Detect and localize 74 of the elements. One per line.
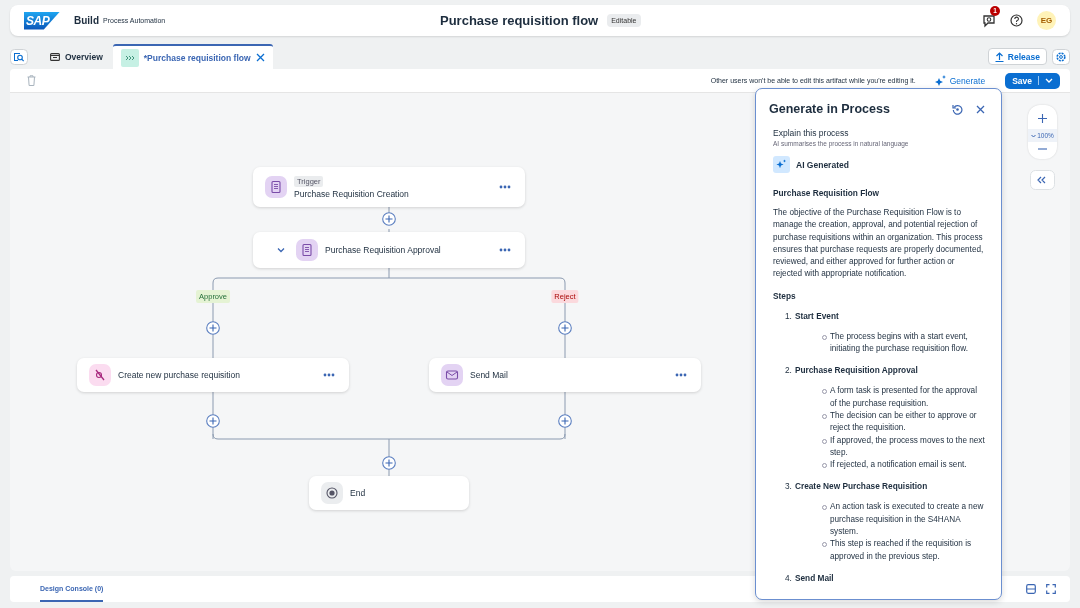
chevron-down-icon[interactable] (277, 246, 285, 254)
step-detail: If rejected, a notification email is sent. (830, 459, 968, 472)
step-title: Purchase Requisition Approval (794, 365, 918, 376)
generate-link[interactable]: Generate (933, 75, 986, 86)
add-icon[interactable] (206, 321, 220, 335)
reset-icon[interactable] (952, 103, 963, 115)
step-title: Start Event (794, 310, 839, 321)
process-icon (120, 48, 139, 67)
step-detail: This step is reached if the requisition is approved in the previous step. (830, 538, 973, 563)
panel-icon[interactable] (1026, 584, 1036, 594)
connector-line (388, 228, 390, 233)
notification-icon[interactable] (982, 13, 996, 28)
add-icon[interactable] (206, 414, 220, 428)
step-number: 2. (785, 365, 792, 376)
upload-icon (994, 51, 1004, 62)
flow-node[interactable]: Purchase Requisition Approval (253, 232, 525, 268)
step-detail: If approved, the process moves to the next step. (830, 434, 985, 459)
summary-paragraph: The objective of the Purchase Requisition Flow is to manage the creation, approval, and potential rejection of purchase requisitions within an organization. This process ensures that purchase requests are properly documented, reviewed, and either approved for further action or rejected with appropriate notification. (773, 207, 985, 281)
step-detail: The decision can be either to approve or reject the requisition. (830, 409, 978, 435)
step-title: Create New Purchase Requisition (794, 481, 928, 492)
release-button[interactable]: Release (987, 48, 1047, 65)
sparkle-icon (773, 156, 790, 173)
ai-generated-label: AI Generated (796, 159, 849, 170)
form-icon (265, 176, 287, 198)
more-icon[interactable] (675, 373, 687, 377)
step-detail: A form task is presented for the approval of the purchase requisition. (830, 385, 978, 410)
step-number: 4. (785, 572, 792, 583)
editor-tab[interactable]: Overview (40, 44, 113, 69)
step-detail: An action task is executed to create a new purchase requisition in the S4HANA system. (830, 501, 985, 539)
product-name: Build (74, 15, 99, 26)
step-detail: The process begins with a start event, initiating the purchase requisition flow. (830, 330, 969, 356)
mail-icon (441, 364, 463, 386)
sap-logo: SAP (24, 11, 60, 30)
search-icon[interactable] (10, 49, 28, 65)
editor-tab[interactable]: *Purchase requisition flow (112, 44, 273, 69)
folder-icon (50, 52, 60, 61)
summary-heading: Purchase Requisition Flow (773, 188, 881, 198)
node-label: Send Mail (470, 370, 508, 380)
fullscreen-icon[interactable] (1046, 584, 1056, 594)
prompt-title: Explain this process (773, 128, 850, 138)
form-icon (296, 239, 318, 261)
node-label: Purchase Requisition Creation (294, 188, 409, 199)
zoom-in-icon[interactable] (1038, 114, 1047, 123)
more-icon[interactable] (499, 248, 511, 252)
caret-icon (1031, 133, 1037, 138)
flow-node[interactable]: End (309, 476, 469, 510)
add-icon[interactable] (558, 414, 572, 428)
flow-node[interactable]: Create new purchase requisition (77, 358, 349, 392)
sparkle-icon (933, 75, 946, 86)
step-title: Send Mail (794, 572, 834, 583)
page-title: Purchase requisition flow (440, 13, 599, 28)
settings-icon[interactable] (1052, 49, 1070, 65)
add-icon[interactable] (382, 212, 396, 226)
more-icon[interactable] (499, 185, 511, 189)
steps-heading: Steps (773, 290, 797, 301)
panel-title: Generate in Process (769, 102, 890, 116)
save-button[interactable]: Save (1005, 72, 1060, 89)
end-icon (321, 482, 343, 504)
node-label: End (350, 488, 366, 498)
node-label: Purchase Requisition Approval (325, 245, 441, 255)
close-icon[interactable] (976, 104, 985, 114)
flow-node[interactable]: Send Mail (429, 358, 701, 392)
close-icon[interactable] (255, 53, 265, 62)
step-number: 1. (785, 310, 792, 321)
add-icon[interactable] (558, 321, 572, 335)
help-icon[interactable] (1010, 14, 1023, 27)
step-number: 3. (785, 481, 792, 492)
more-icon[interactable] (323, 373, 335, 377)
add-icon[interactable] (382, 456, 396, 470)
caret-icon (1045, 78, 1053, 83)
user-avatar[interactable]: EG (1037, 11, 1056, 30)
node-label: Create new purchase requisition (118, 370, 240, 380)
collapse-icon[interactable] (1030, 170, 1055, 190)
action-icon (89, 364, 111, 386)
